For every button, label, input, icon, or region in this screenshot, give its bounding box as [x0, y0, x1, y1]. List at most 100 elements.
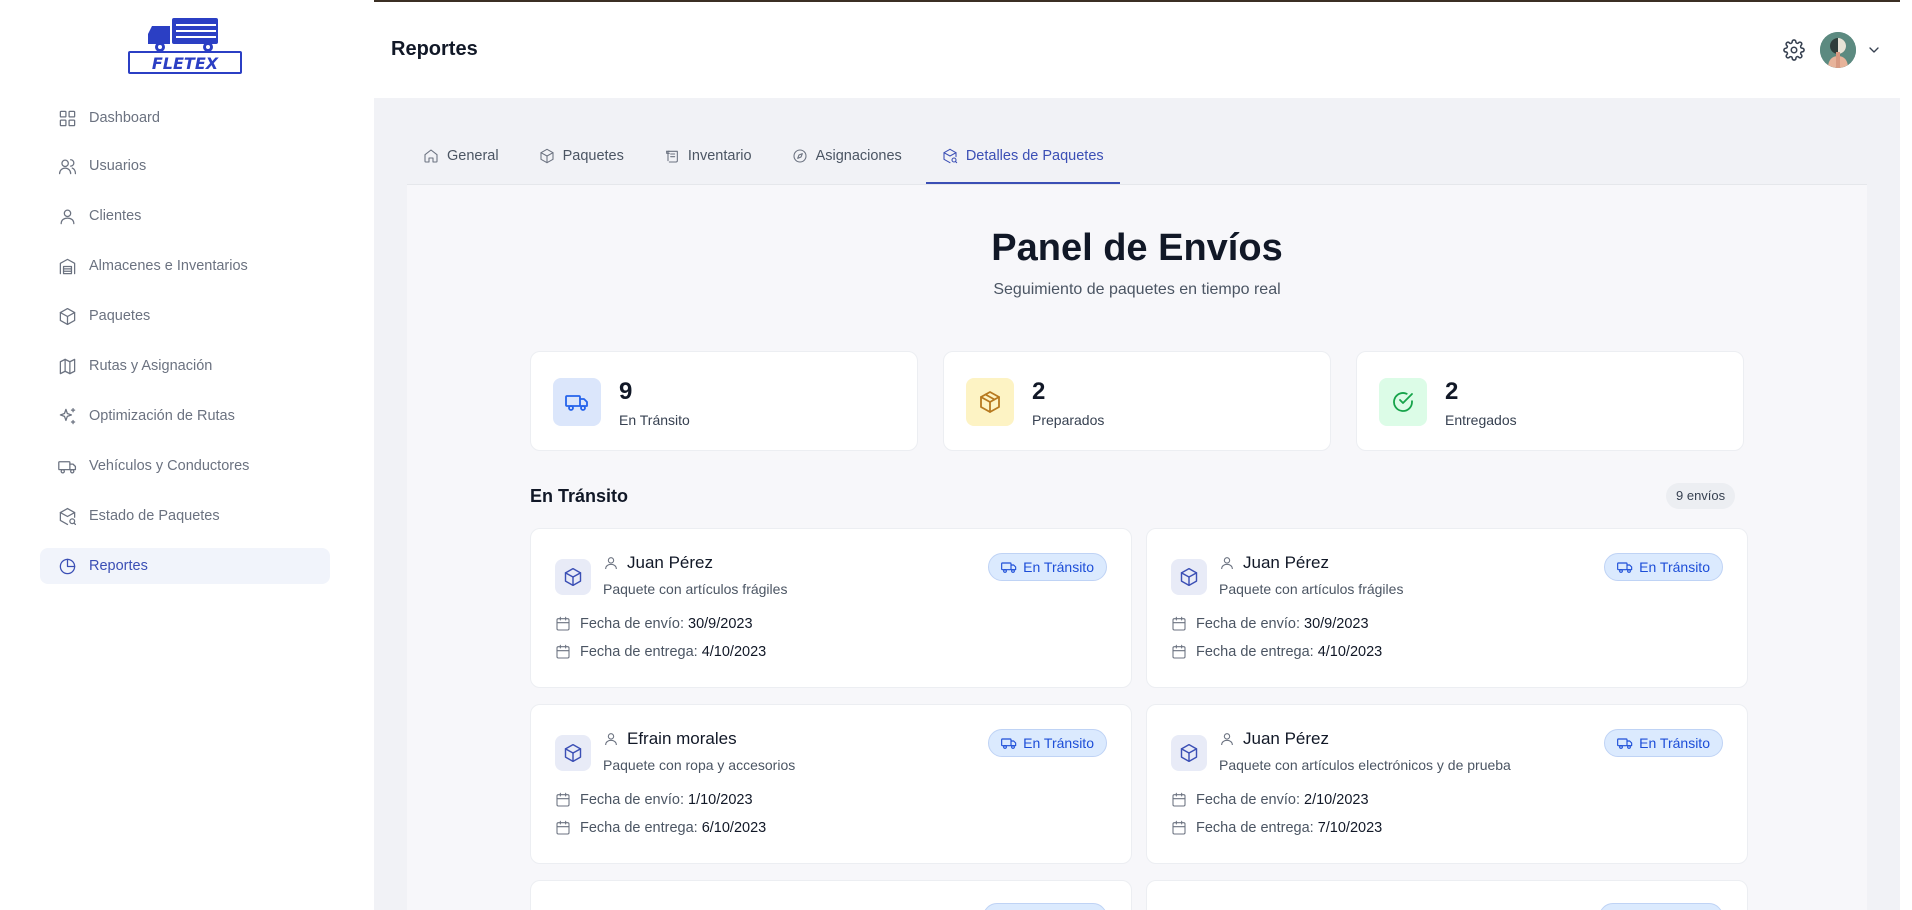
shipment-card-partial[interactable]: [530, 880, 1132, 910]
truck-icon: [1617, 562, 1633, 573]
section-title: En Tránsito: [530, 486, 629, 506]
shipment-card[interactable]: Juan Pérez Paquete con artículos frágile…: [1146, 528, 1748, 688]
sidebar-item-optimizacion[interactable]: Optimización de Rutas: [40, 398, 330, 434]
top-header: Reportes: [374, 2, 1900, 98]
truck-icon: [565, 395, 588, 411]
sidebar-item-label: Dashboard: [89, 110, 160, 126]
package-icon-box: [555, 735, 591, 771]
shipment-card-partial[interactable]: [1146, 880, 1748, 910]
user-icon: [1221, 557, 1233, 570]
page-title: Reportes: [391, 38, 478, 60]
recipient-name: Juan Pérez: [627, 553, 713, 572]
shipped-date-row: Fecha de envío: 1/10/2023: [555, 792, 753, 808]
sidebar-item-rutas[interactable]: Rutas y Asignación: [40, 348, 330, 384]
calendar-icon: [556, 616, 570, 631]
package-description: Paquete con artículos frágiles: [603, 581, 788, 597]
sidebar-item-usuarios[interactable]: Usuarios: [40, 148, 330, 184]
truck-icon: [1001, 738, 1017, 749]
sparkles-icon: [59, 407, 76, 424]
shipment-card[interactable]: Efrain morales Paquete con ropa y acceso…: [530, 704, 1132, 864]
user-icon: [1221, 733, 1233, 746]
shipped-date-row: Fecha de envío: 30/9/2023: [1171, 616, 1369, 632]
fletex-logo[interactable]: FLETEX: [128, 16, 242, 74]
user-icon: [605, 733, 617, 746]
sidebar-item-vehiculos[interactable]: Vehículos y Conductores: [40, 448, 330, 484]
sidebar-item-almacenes[interactable]: Almacenes e Inventarios: [40, 248, 330, 284]
shipments-panel: Panel de Envíos Seguimiento de paquetes …: [407, 184, 1867, 910]
shipment-card[interactable]: Juan Pérez Paquete con artículos frágile…: [530, 528, 1132, 688]
tab-label: Inventario: [687, 148, 752, 164]
compass-icon: [793, 149, 807, 163]
shipped-label: Fecha de envío:: [1196, 616, 1300, 632]
sidebar: FLETEX Dashboard Usuarios Clientes Almac…: [0, 0, 374, 910]
stat-icon-box: [553, 378, 601, 426]
delivery-date-row: Fecha de entrega: 7/10/2023: [1171, 820, 1382, 836]
calendar-icon: [1172, 616, 1186, 631]
package-icon: [540, 148, 554, 164]
stat-label: Entregados: [1445, 412, 1517, 428]
main-content: General Paquetes Inventario Asignaciones…: [374, 98, 1900, 910]
status-badge: En Tránsito: [1604, 553, 1723, 581]
sidebar-item-paquetes[interactable]: Paquetes: [40, 298, 330, 334]
recipient: Efrain morales: [603, 729, 737, 749]
package-search-icon: [59, 507, 77, 525]
stat-value: 9: [619, 378, 633, 405]
panel-subtitle: Seguimiento de paquetes en tiempo real: [993, 281, 1281, 298]
shipped-label: Fecha de envío:: [1196, 792, 1300, 808]
tab-label: Asignaciones: [815, 148, 902, 164]
delivery-date: 6/10/2023: [701, 820, 767, 836]
section-count-badge: 9 envíos: [1666, 483, 1736, 509]
pie-chart-icon: [59, 558, 76, 574]
shipped-date-row: Fecha de envío: 30/9/2023: [555, 616, 753, 632]
delivery-label: Fecha de entrega:: [1196, 820, 1314, 836]
calendar-icon: [1172, 820, 1186, 835]
user-icon: [605, 557, 617, 570]
shipped-date: 2/10/2023: [1304, 792, 1369, 808]
shipment-card[interactable]: Juan Pérez Paquete con artículos electró…: [1146, 704, 1748, 864]
sidebar-item-label: Rutas y Asignación: [89, 358, 213, 374]
shipped-date: 1/10/2023: [688, 792, 753, 808]
sidebar-item-clientes[interactable]: Clientes: [40, 198, 330, 234]
delivery-date-row: Fecha de entrega: 6/10/2023: [555, 820, 766, 836]
delivery-label: Fecha de entrega:: [1196, 644, 1314, 660]
status-badge: En Tránsito: [988, 729, 1107, 757]
delivery-date: 4/10/2023: [1317, 644, 1383, 660]
recipient-name: Juan Pérez: [1243, 729, 1329, 748]
shipped-label: Fecha de envío:: [580, 792, 684, 808]
package-icon: [564, 567, 582, 587]
stat-label: En Tránsito: [619, 412, 690, 428]
chevron-down-icon[interactable]: [1866, 42, 1882, 58]
sidebar-nav: Dashboard Usuarios Clientes Almacenes e …: [40, 100, 330, 600]
truck-icon: [1001, 562, 1017, 573]
status-badge: [983, 903, 1107, 910]
map-icon: [59, 358, 76, 374]
delivery-date-row: Fecha de entrega: 4/10/2023: [1171, 644, 1382, 660]
stat-icon-box: [966, 378, 1014, 426]
tab-general[interactable]: General: [407, 130, 515, 184]
calendar-icon: [556, 820, 570, 835]
status-badge: En Tránsito: [1604, 729, 1723, 757]
stat-card-entregados: 2 Entregados: [1356, 351, 1744, 451]
package-icon: [980, 391, 1000, 413]
shipped-date-row: Fecha de envío: 2/10/2023: [1171, 792, 1369, 808]
sidebar-item-dashboard[interactable]: Dashboard: [40, 100, 330, 136]
gear-icon[interactable]: [1783, 39, 1805, 61]
sidebar-item-reportes[interactable]: Reportes: [40, 548, 330, 584]
truck-icon: [58, 460, 77, 473]
grid-icon: [59, 110, 76, 126]
status-label: En Tránsito: [1023, 559, 1094, 575]
avatar[interactable]: [1820, 32, 1856, 68]
scroll-icon: [666, 150, 678, 163]
tab-detalles-paquetes[interactable]: Detalles de Paquetes: [925, 130, 1120, 184]
recipient-name: Efrain morales: [627, 729, 737, 748]
package-icon-box: [555, 559, 591, 595]
recipient: Juan Pérez: [603, 553, 713, 573]
tab-inventario[interactable]: Inventario: [648, 130, 768, 184]
tab-label: General: [447, 148, 499, 164]
tab-asignaciones[interactable]: Asignaciones: [776, 130, 918, 184]
package-icon-box: [1171, 735, 1207, 771]
tab-paquetes[interactable]: Paquetes: [523, 130, 640, 184]
sidebar-item-estado-paquetes[interactable]: Estado de Paquetes: [40, 498, 330, 534]
calendar-icon: [556, 644, 570, 659]
status-label: En Tránsito: [1639, 559, 1710, 575]
